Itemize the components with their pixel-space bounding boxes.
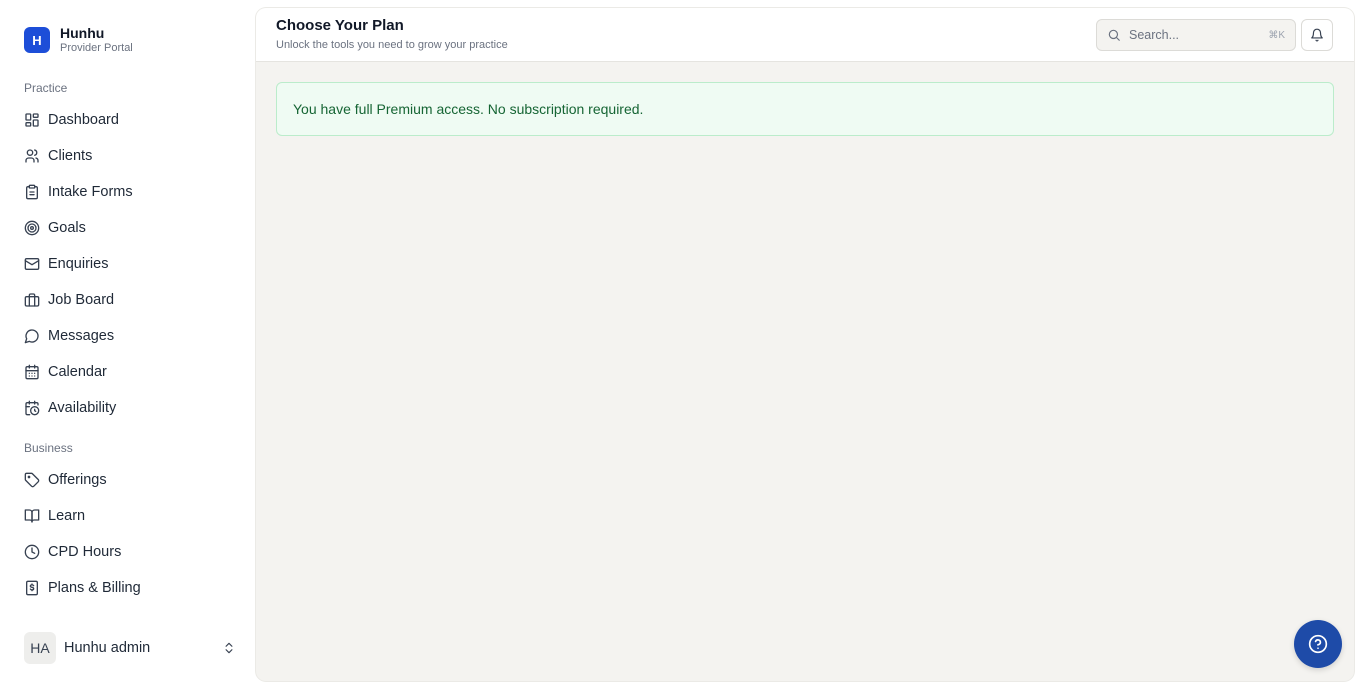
sidebar-item-label: Enquiries — [48, 256, 109, 272]
section-label-practice: Practice — [24, 81, 68, 95]
sidebar-item-plans-billing[interactable]: Plans & Billing — [24, 574, 234, 602]
target-icon — [24, 220, 40, 236]
brand-logo: H — [24, 27, 50, 54]
sidebar-item-cpd-hours[interactable]: CPD Hours — [24, 538, 234, 566]
mail-icon — [24, 258, 40, 270]
dashboard-icon — [25, 113, 39, 127]
receipt-icon — [26, 580, 38, 596]
sidebar-item-label: Calendar — [48, 364, 107, 380]
calendar-clock-icon — [25, 400, 40, 416]
brand-text: Hunhu Provider Portal — [60, 25, 133, 55]
sidebar: H Hunhu Provider Portal Practice Dashboa… — [0, 0, 256, 688]
help-circle-icon — [1308, 634, 1328, 654]
clock-icon — [24, 544, 40, 560]
sidebar-item-label: Learn — [48, 508, 86, 524]
sidebar-item-label: Goals — [48, 220, 86, 236]
sidebar-item-job-board[interactable]: Job Board — [24, 286, 234, 314]
page-subtitle: Unlock the tools you need to grow your p… — [276, 39, 508, 51]
alert-text: You have full Premium access. No subscri… — [293, 101, 644, 117]
premium-access-alert: You have full Premium access. No subscri… — [276, 82, 1334, 136]
user-menu[interactable]: HA Hunhu admin — [24, 632, 236, 664]
sidebar-item-label: Job Board — [48, 292, 115, 308]
search-shortcut: ⌘K — [1268, 29, 1285, 41]
search-input[interactable]: Search... ⌘K — [1096, 19, 1296, 51]
sidebar-item-label: Offerings — [48, 472, 107, 488]
sidebar-item-label: Messages — [48, 328, 115, 344]
sidebar-item-intake-forms[interactable]: Intake Forms — [24, 178, 234, 206]
message-icon — [24, 329, 39, 344]
clipboard-icon — [26, 184, 38, 200]
sidebar-item-clients[interactable]: Clients — [24, 142, 234, 170]
search-placeholder: Search... — [1129, 28, 1180, 42]
topbar: Choose Your Plan Unlock the tools you ne… — [256, 8, 1354, 62]
bell-icon — [1311, 28, 1323, 42]
sidebar-item-label: Plans & Billing — [48, 580, 141, 596]
sidebar-item-availability[interactable]: Availability — [24, 394, 234, 422]
sidebar-item-dashboard[interactable]: Dashboard — [24, 106, 234, 134]
sidebar-item-label: Availability — [48, 400, 117, 416]
calendar-icon — [25, 364, 39, 380]
brand-name: Hunhu — [60, 25, 105, 41]
search-icon — [1108, 29, 1120, 41]
help-button[interactable] — [1294, 620, 1342, 668]
sidebar-item-offerings[interactable]: Offerings — [24, 466, 234, 494]
sidebar-item-label: Intake Forms — [48, 184, 133, 200]
page-title: Choose Your Plan — [276, 17, 404, 34]
sidebar-item-label: Dashboard — [48, 112, 119, 128]
sidebar-item-label: CPD Hours — [48, 544, 122, 560]
brand[interactable]: H Hunhu Provider Portal — [24, 25, 133, 55]
tag-icon — [24, 472, 40, 488]
section-label-business: Business — [24, 441, 73, 455]
avatar: HA — [24, 632, 56, 664]
brand-subtitle: Provider Portal — [60, 42, 133, 55]
notifications-button[interactable] — [1301, 19, 1333, 51]
briefcase-icon — [24, 293, 40, 307]
sidebar-item-messages[interactable]: Messages — [24, 322, 234, 350]
sidebar-item-learn[interactable]: Learn — [24, 502, 234, 530]
book-icon — [24, 509, 40, 523]
sidebar-item-label: Clients — [48, 148, 93, 164]
users-icon — [25, 149, 39, 163]
sidebar-item-enquiries[interactable]: Enquiries — [24, 250, 234, 278]
user-name: Hunhu admin — [64, 640, 151, 656]
chevrons-up-down-icon — [225, 642, 233, 654]
sidebar-item-calendar[interactable]: Calendar — [24, 358, 234, 386]
main-panel: Choose Your Plan Unlock the tools you ne… — [256, 8, 1354, 681]
sidebar-item-goals[interactable]: Goals — [24, 214, 234, 242]
